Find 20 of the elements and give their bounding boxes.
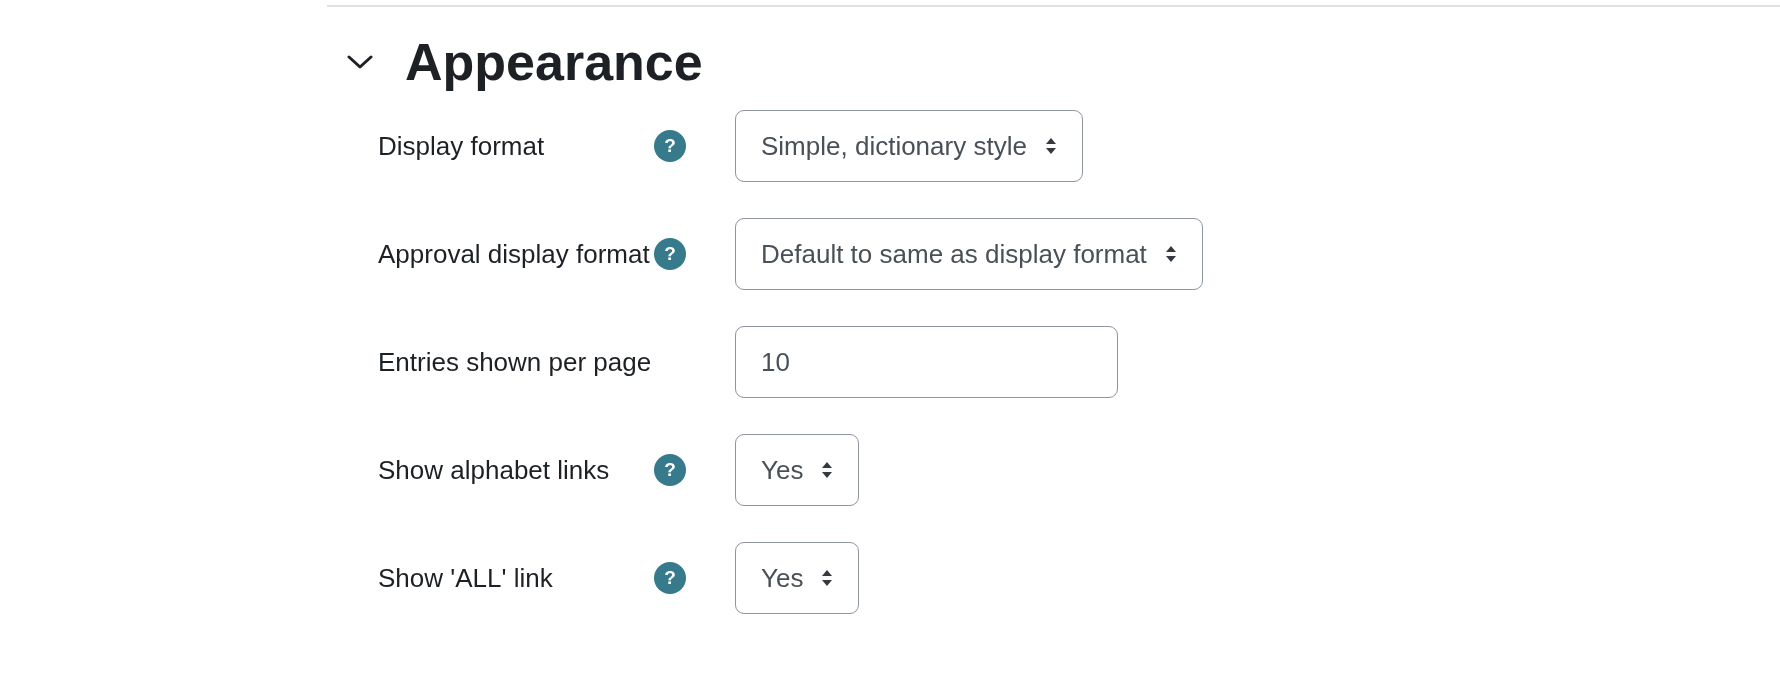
- field-label: Show alphabet links: [378, 454, 611, 487]
- field-label: Entries shown per page: [378, 346, 653, 379]
- help-icon[interactable]: ?: [654, 454, 686, 486]
- select-dropdown[interactable]: Simple, dictionary style: [735, 110, 1083, 182]
- input-field[interactable]: 10: [735, 326, 1118, 398]
- help-icon[interactable]: ?: [654, 130, 686, 162]
- select-dropdown[interactable]: Yes: [735, 434, 860, 506]
- field-label: Show 'ALL' link: [378, 562, 554, 595]
- select-dropdown[interactable]: Yes: [735, 542, 860, 614]
- sort-caret-icon: [821, 569, 834, 587]
- select-dropdown[interactable]: Default to same as display format: [735, 218, 1203, 290]
- help-icon[interactable]: ?: [654, 238, 686, 270]
- help-icon[interactable]: ?: [654, 562, 686, 594]
- sort-caret-icon: [1164, 245, 1177, 263]
- chevron-icon[interactable]: [347, 54, 373, 70]
- field-label: Display format: [378, 130, 546, 163]
- field-label: Approval display format: [378, 238, 651, 271]
- section-title: Appearance: [405, 32, 703, 92]
- sort-caret-icon: [1044, 137, 1057, 155]
- sort-caret-icon: [821, 461, 834, 479]
